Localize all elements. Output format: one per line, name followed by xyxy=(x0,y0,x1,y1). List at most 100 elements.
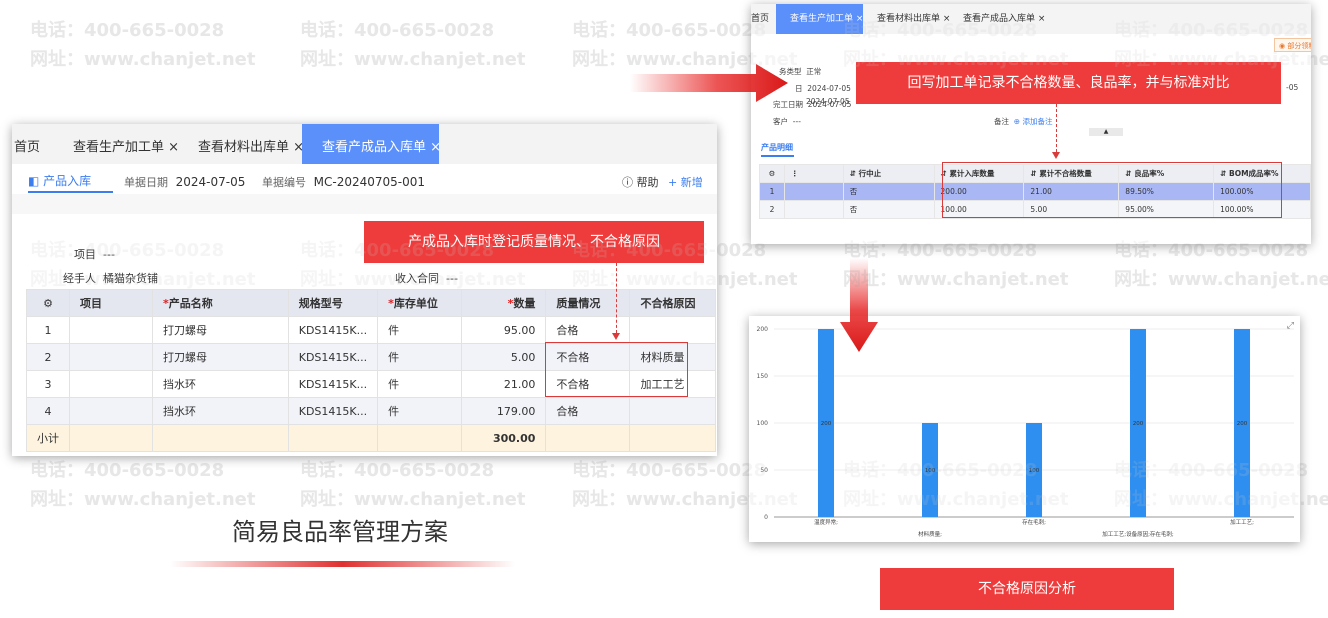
doc-title[interactable]: ◧ 产品入库 xyxy=(28,172,91,189)
cell-spec[interactable]: KDS1415K... xyxy=(287,316,379,344)
tab-product-in[interactable]: 查看产成品入库单 × xyxy=(963,4,1045,34)
subtotal-label: 小计 xyxy=(26,424,70,452)
field-project: 项目 --- xyxy=(74,248,115,261)
watermark-url: 网址：www.chanjet.net xyxy=(30,49,256,70)
watermark-phone: 电话：400-665-0028 xyxy=(300,460,495,481)
field-contract: 收入合同 --- xyxy=(395,272,458,285)
watermark-phone: 电话：400-665-0028 xyxy=(300,20,495,41)
watermark-phone: 电话：400-665-0028 xyxy=(30,20,225,41)
tab-production-order[interactable]: 查看生产加工单 × xyxy=(73,124,179,164)
subtotal-empty xyxy=(377,424,463,452)
cell-unit[interactable]: 件 xyxy=(377,370,463,398)
watermark-text: 电话：400-665-0028网址：www.chanjet.net xyxy=(30,456,255,514)
field-note: 备注 ⊕ 添加备注 xyxy=(994,117,1053,126)
cell-project[interactable] xyxy=(69,370,153,398)
bar-data-label: 200 xyxy=(821,421,832,427)
subtotal-quantity: 300.00 xyxy=(461,424,547,452)
cell-quality[interactable]: 合格 xyxy=(545,397,631,425)
settings-column[interactable]: ⚙ xyxy=(26,289,70,317)
cell-spec[interactable]: KDS1415K... xyxy=(287,397,379,425)
tab-home[interactable]: 首页 xyxy=(751,4,769,34)
cell-product-name[interactable]: 挡水环 xyxy=(152,397,289,425)
y-tick-label: 100 xyxy=(757,420,769,427)
chart-x-labels: 温度异常; 材料质量; 存在毛刺; 加工工艺;设备原因;存在毛刺; 加工工艺; xyxy=(814,518,1254,538)
cell-spec[interactable]: KDS1415K... xyxy=(287,370,379,398)
cell-blank xyxy=(783,182,844,201)
cell-reason[interactable] xyxy=(629,397,716,425)
cell-unit[interactable]: 件 xyxy=(377,316,463,344)
tab-material-out[interactable]: 查看材料出库单 × xyxy=(877,4,950,34)
reason-analysis-chart-window: 200 100 100 200 200 0 50 100 150 200 温度异常; 材料质量; 存… xyxy=(749,316,1300,542)
cell-project[interactable] xyxy=(69,343,153,371)
tab-product-in[interactable]: 查看产成品入库单 × xyxy=(302,124,441,164)
cell-unit[interactable]: 件 xyxy=(377,397,463,425)
help-button[interactable]: ⓘ 帮助 xyxy=(622,174,659,190)
collapse-toggle[interactable]: ▲ xyxy=(1089,128,1123,136)
chart-y-ticks: 0 50 100 150 200 xyxy=(757,326,769,521)
col-quantity: *数量 xyxy=(461,289,547,317)
cell-spec[interactable]: KDS1415K... xyxy=(287,343,379,371)
status-icon: ◉ xyxy=(1279,42,1286,50)
row-index: 2 xyxy=(759,200,785,219)
watermark-text: 电话：400-665-0028网址：www.chanjet.net xyxy=(1114,236,1328,294)
y-tick-label: 200 xyxy=(757,326,769,333)
cell-stop[interactable]: 否 xyxy=(842,200,935,219)
field-handler: 经手人 橘猫杂货铺 xyxy=(63,272,158,285)
caret-up-icon: ▲ xyxy=(1103,128,1109,135)
subtotal-empty xyxy=(629,424,716,452)
bar-data-label: 200 xyxy=(1237,421,1248,427)
quality-highlight-box xyxy=(545,342,688,397)
tab-production-order[interactable]: 查看生产加工单 × xyxy=(776,4,863,34)
cell-quantity[interactable]: 5.00 xyxy=(461,343,547,371)
col-quality: 质量情况 xyxy=(545,289,631,317)
callout-connector xyxy=(1056,104,1057,152)
down-arrow-icon xyxy=(840,258,878,352)
x-category-label: 存在毛刺; xyxy=(1022,518,1046,526)
watermark-text: 电话：400-665-0028 网址：www.chanjet.net xyxy=(300,456,525,514)
cell-quantity[interactable]: 95.00 xyxy=(461,316,547,344)
table-row[interactable]: 4 挡水环 KDS1415K... 件 179.00 合格 xyxy=(26,397,716,425)
subtotal-empty xyxy=(69,424,153,452)
production-callout: 回写加工单记录不合格数量、良品率，并与标准对比 xyxy=(856,62,1281,104)
section-product-detail[interactable]: 产品明细 xyxy=(761,142,793,153)
cell-quantity[interactable]: 21.00 xyxy=(461,370,547,398)
watermark-url: 网址：www.chanjet.net xyxy=(300,489,526,510)
watermark-url: 网址：www.chanjet.net xyxy=(1114,269,1328,290)
add-note-link[interactable]: ⊕ 添加备注 xyxy=(1014,117,1053,126)
settings-column[interactable]: ⚙ xyxy=(759,164,785,183)
product-instock-window: 首页 查看生产加工单 × 查看材料出库单 × 查看产成品入库单 × ◧ 产品入库… xyxy=(12,124,717,456)
cell-product-name[interactable]: 挡水环 xyxy=(152,370,289,398)
cell-quantity[interactable]: 179.00 xyxy=(461,397,547,425)
watermark-url: 网址：www.chanjet.net xyxy=(30,489,256,510)
gear-icon: ⚙ xyxy=(768,169,776,178)
right-arrow-icon xyxy=(630,64,788,102)
cell-unit[interactable]: 件 xyxy=(377,343,463,371)
page-title: 简易良品率管理方案 xyxy=(232,518,448,546)
field-right-date: -05 xyxy=(1286,83,1299,92)
document-header: ◧ 产品入库 单据日期 2024-07-05 单据编号 MC-20240705-… xyxy=(12,164,717,194)
field-date: 日 2024-07-05 xyxy=(795,84,851,93)
cell-project[interactable] xyxy=(69,397,153,425)
watermark-url: 网址：www.chanjet.net xyxy=(1114,269,1328,290)
col-project: 项目 xyxy=(69,289,153,317)
help-icon: ⓘ xyxy=(622,176,633,189)
subtotal-empty xyxy=(287,424,379,452)
chart-callout: 不合格原因分析 xyxy=(880,568,1174,610)
tab-home[interactable]: 首页 xyxy=(14,124,40,164)
bar-data-label: 100 xyxy=(925,468,936,474)
watermark-text: 电话：400-665-0028 网址：www.chanjet.net xyxy=(300,456,525,514)
col-product-name: *产品名称 xyxy=(152,289,289,317)
add-button[interactable]: + 新增 xyxy=(668,174,703,190)
doc-date: 单据日期 2024-07-05 xyxy=(124,175,246,189)
col-reason: 不合格原因 xyxy=(629,289,716,317)
cell-reason[interactable] xyxy=(629,316,716,344)
tab-material-out[interactable]: 查看材料出库单 × xyxy=(198,124,304,164)
cell-product-name[interactable]: 打刀螺母 xyxy=(152,316,289,344)
cell-product-name[interactable]: 打刀螺母 xyxy=(152,343,289,371)
table-header-row: ⚙ 项目 *产品名称 规格型号 *库存单位 *数量 质量情况 不合格原因 xyxy=(26,289,716,317)
cell-project[interactable] xyxy=(69,316,153,344)
watermark-text: 电话：400-665-0028网址：www.chanjet.net xyxy=(1114,236,1328,294)
row-index: 1 xyxy=(759,182,785,201)
cell-stop[interactable]: 否 xyxy=(842,182,935,201)
expand-icon[interactable]: ⤢ xyxy=(1287,321,1294,331)
